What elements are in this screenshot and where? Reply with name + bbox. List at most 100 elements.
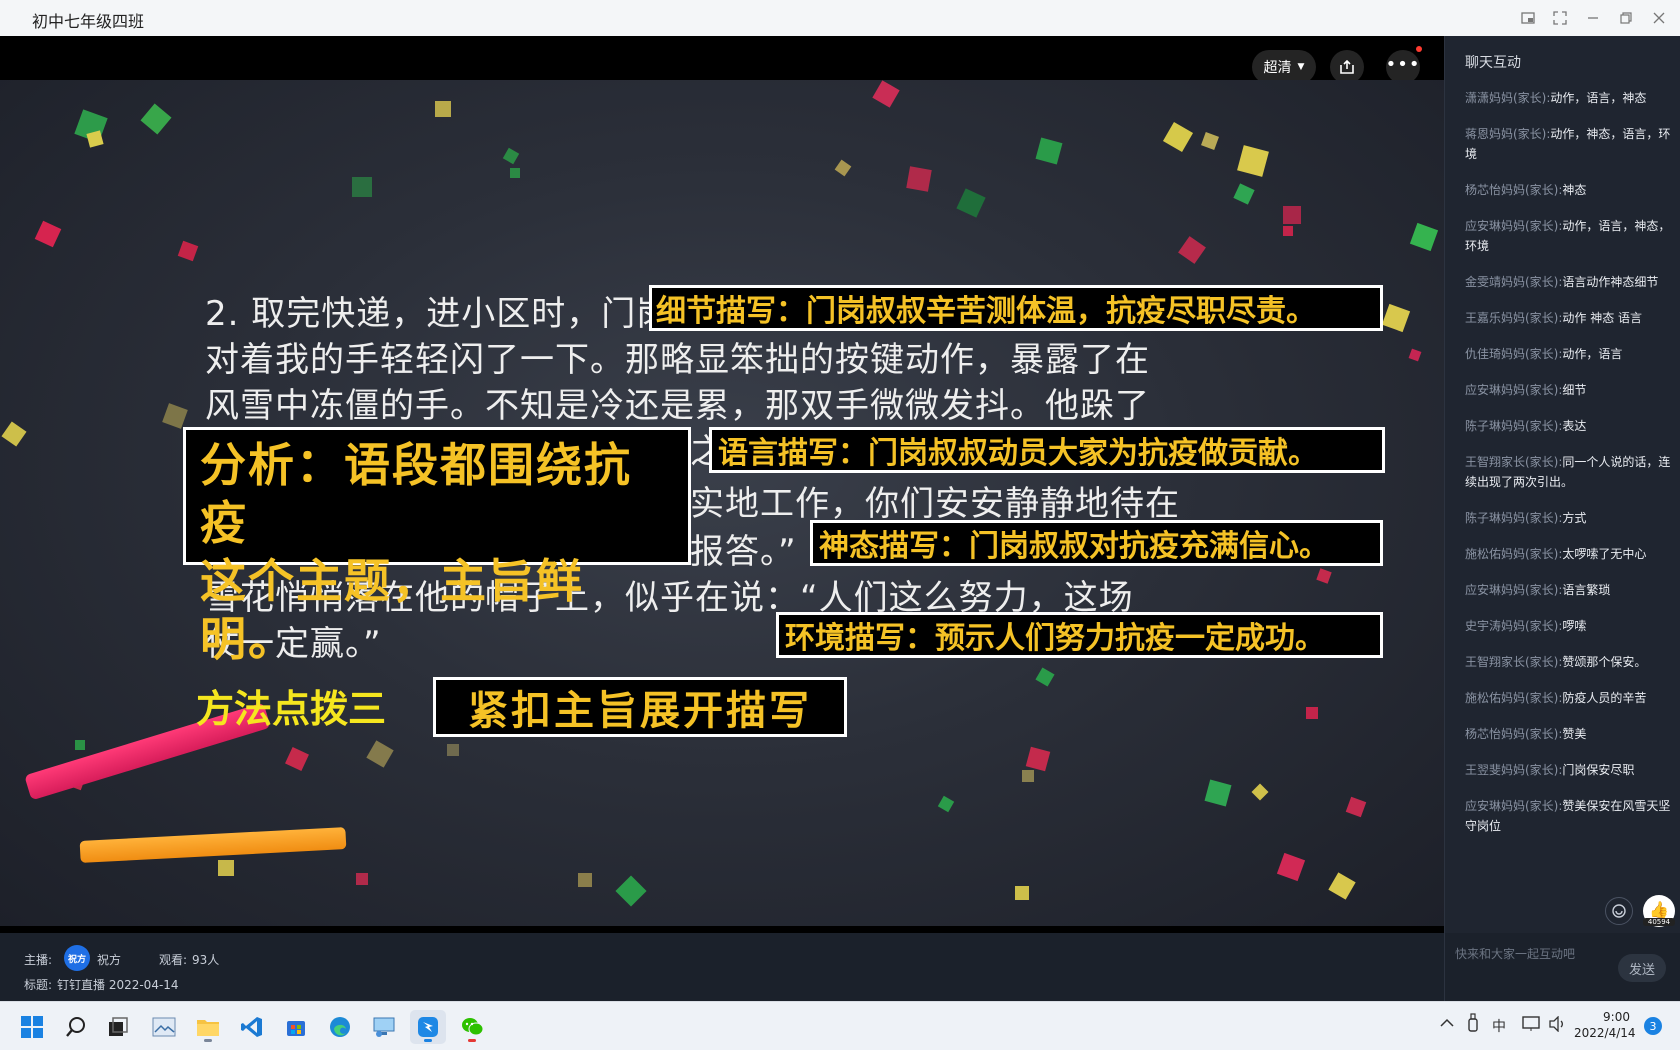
annotation-environment: 环境描写：预示人们努力抗疫一定成功。	[776, 612, 1383, 658]
chat-message-author: 应安琳妈妈(家长):	[1465, 383, 1563, 397]
thumbs-up-icon: 👍	[1649, 899, 1669, 919]
chat-message: 仇佳琦妈妈(家长):动作，语言	[1465, 344, 1671, 364]
minimize-icon[interactable]	[1580, 6, 1606, 30]
chat-message-author: 杨芯怡妈妈(家长):	[1465, 183, 1563, 197]
chat-message-author: 施松佑妈妈(家长):	[1465, 547, 1563, 561]
chat-message-text: 门岗保安尽职	[1562, 763, 1635, 777]
method-label: 方法点拨三	[196, 687, 387, 731]
paragraph-line-3: 风雪中冻僵的手。不知是冷还是累，那双手微微发抖。他跺了	[205, 386, 1150, 426]
chat-message-author: 蒋恩妈妈(家长):	[1465, 127, 1551, 141]
host-label: 主播:	[24, 953, 53, 967]
chat-message-author: 陈子琳妈妈(家长):	[1465, 511, 1563, 525]
store-icon[interactable]	[278, 1010, 314, 1044]
notification-badge[interactable]: 3	[1644, 1017, 1662, 1035]
chat-message-text: 赞美	[1562, 727, 1587, 741]
fullscreen-icon[interactable]	[1547, 6, 1573, 30]
annotation-expression: 神态描写：门岗叔叔对抗疫充满信心。	[810, 520, 1383, 566]
live-info-bar: 主播: 祝方 祝方 观看: 93人 标题: 钉钉直播 2022-04-14	[0, 933, 1444, 1001]
chat-message-author: 王嘉乐妈妈(家长):	[1465, 311, 1563, 325]
chat-message-author: 仇佳琦妈妈(家长):	[1465, 347, 1563, 361]
send-button[interactable]: 发送	[1618, 954, 1666, 982]
analysis-line-1: 分析：语段都围绕抗疫	[200, 438, 632, 550]
notification-dot	[1416, 46, 1422, 52]
chat-message-text: 动作，语言	[1562, 347, 1623, 361]
chat-message-author: 王翌斐妈妈(家长):	[1465, 763, 1563, 777]
network-icon[interactable]	[1522, 1016, 1540, 1036]
presentation-slide: 2. 取完快递，进小区时，门岗 对着我的手轻轻闪了一下。那略显笨拙的按键动作，暴…	[0, 80, 1444, 926]
chat-message-text: 方式	[1562, 511, 1587, 525]
chat-message: 杨芯怡妈妈(家长):神态	[1465, 180, 1671, 200]
chat-message-text: 动作，语言，神态	[1550, 91, 1647, 105]
chat-message: 王翌斐妈妈(家长):门岗保安尽职	[1465, 760, 1671, 780]
stream-title: 钉钉直播 2022-04-14	[57, 978, 179, 992]
file-explorer-icon[interactable]	[190, 1010, 226, 1044]
chat-message-text: 神态	[1562, 183, 1587, 197]
like-button[interactable]: 👍 40594	[1643, 895, 1675, 927]
chat-panel: 聊天互动 潇潇妈妈(家长):动作，语言，神态蒋恩妈妈(家长):动作，神态，语言，…	[1444, 36, 1680, 933]
emoji-icon[interactable]	[1605, 897, 1633, 925]
chat-message-author: 杨芯怡妈妈(家长):	[1465, 727, 1563, 741]
search-icon[interactable]	[58, 1010, 94, 1044]
chat-message-author: 王智翔家长(家长):	[1465, 655, 1563, 669]
chat-message-text: 细节	[1562, 383, 1587, 397]
caret-down-icon: ▼	[1297, 62, 1305, 72]
chat-message: 王智翔家长(家长):赞颂那个保安。	[1465, 652, 1671, 672]
chat-input-area: 快来和大家一起互动吧 发送	[1444, 933, 1680, 1001]
volume-icon[interactable]	[1548, 1015, 1566, 1036]
chat-message: 金雯靖妈妈(家长):语言动作神态细节	[1465, 272, 1671, 292]
chevron-up-icon[interactable]	[1440, 1016, 1454, 1032]
usb-icon[interactable]	[1466, 1013, 1480, 1037]
chat-message: 施松佑妈妈(家长):防疫人员的辛苦	[1465, 688, 1671, 708]
chat-message-list[interactable]: 潇潇妈妈(家长):动作，语言，神态蒋恩妈妈(家长):动作，神态，语言，环境杨芯怡…	[1465, 88, 1671, 852]
close-icon[interactable]	[1646, 6, 1672, 30]
chat-message: 王嘉乐妈妈(家长):动作 神态 语言	[1465, 308, 1671, 328]
remote-desktop-icon[interactable]	[366, 1010, 402, 1044]
dingtalk-icon[interactable]	[410, 1010, 446, 1044]
share-icon[interactable]	[1330, 50, 1364, 84]
clock[interactable]: 9:00 2022/4/14	[1574, 1009, 1636, 1041]
chat-message: 蒋恩妈妈(家长):动作，神态，语言，环境	[1465, 124, 1671, 164]
chat-message-text: 太啰嗦了无中心	[1562, 547, 1647, 561]
clock-date: 2022/4/14	[1574, 1026, 1636, 1040]
paragraph-line-1: 2. 取完快递，进小区时，门岗	[205, 294, 672, 334]
orange-pencil	[79, 827, 347, 863]
paragraph-line-5: 报答。”	[690, 532, 797, 572]
chat-message-author: 施松佑妈妈(家长):	[1465, 691, 1563, 705]
chat-message-text: 表达	[1562, 419, 1587, 433]
method-theme-box: 紧扣主旨展开描写	[433, 677, 847, 737]
wechat-icon[interactable]	[454, 1010, 490, 1044]
photos-icon[interactable]	[146, 1010, 182, 1044]
quality-selector[interactable]: 超清 ▼	[1252, 50, 1316, 84]
chat-input[interactable]: 快来和大家一起互动吧	[1455, 945, 1575, 962]
chat-message: 应安琳妈妈(家长):语言繁琐	[1465, 580, 1671, 600]
video-player[interactable]: 超清 ▼ ••• 2. 取完快递，进小区时，门岗 对着我的手轻轻闪了一下。那略显…	[0, 36, 1444, 969]
chat-message-text: 赞颂那个保安。	[1562, 655, 1647, 669]
chat-message: 杨芯怡妈妈(家长):赞美	[1465, 724, 1671, 744]
paragraph-line-2: 对着我的手轻轻闪了一下。那略显笨拙的按键动作，暴露了在	[205, 340, 1150, 380]
vscode-icon[interactable]	[234, 1010, 270, 1044]
chat-message: 应安琳妈妈(家长):细节	[1465, 380, 1671, 400]
stream-title-label: 标题:	[24, 978, 53, 992]
ime-indicator[interactable]: 中	[1492, 1016, 1506, 1036]
chat-message-author: 金雯靖妈妈(家长):	[1465, 275, 1563, 289]
chat-message-author: 应安琳妈妈(家长):	[1465, 799, 1563, 813]
start-icon[interactable]	[14, 1010, 50, 1044]
chat-message-text: 语言动作神态细节	[1562, 275, 1659, 289]
video-top-bar: 超清 ▼ •••	[0, 36, 1444, 84]
task-view-icon[interactable]	[100, 1010, 136, 1044]
edge-icon[interactable]	[322, 1010, 358, 1044]
chat-message: 潇潇妈妈(家长):动作，语言，神态	[1465, 88, 1671, 108]
viewers-label: 观看:	[159, 953, 188, 967]
avatar[interactable]: 祝方	[64, 945, 90, 971]
chat-title: 聊天互动	[1465, 55, 1521, 71]
chat-message-author: 潇潇妈妈(家长):	[1465, 91, 1551, 105]
chat-message-author: 应安琳妈妈(家长):	[1465, 219, 1563, 233]
chat-message: 应安琳妈妈(家长):动作，语言，神态，环境	[1465, 216, 1671, 256]
chat-message-text: 动作 神态 语言	[1562, 311, 1643, 325]
mini-window-icon[interactable]	[1515, 6, 1541, 30]
more-icon[interactable]: •••	[1386, 50, 1420, 84]
chat-message-author: 应安琳妈妈(家长):	[1465, 583, 1563, 597]
chat-message: 施松佑妈妈(家长):太啰嗦了无中心	[1465, 544, 1671, 564]
restore-icon[interactable]	[1613, 6, 1639, 30]
chat-message: 陈子琳妈妈(家长):表达	[1465, 416, 1671, 436]
